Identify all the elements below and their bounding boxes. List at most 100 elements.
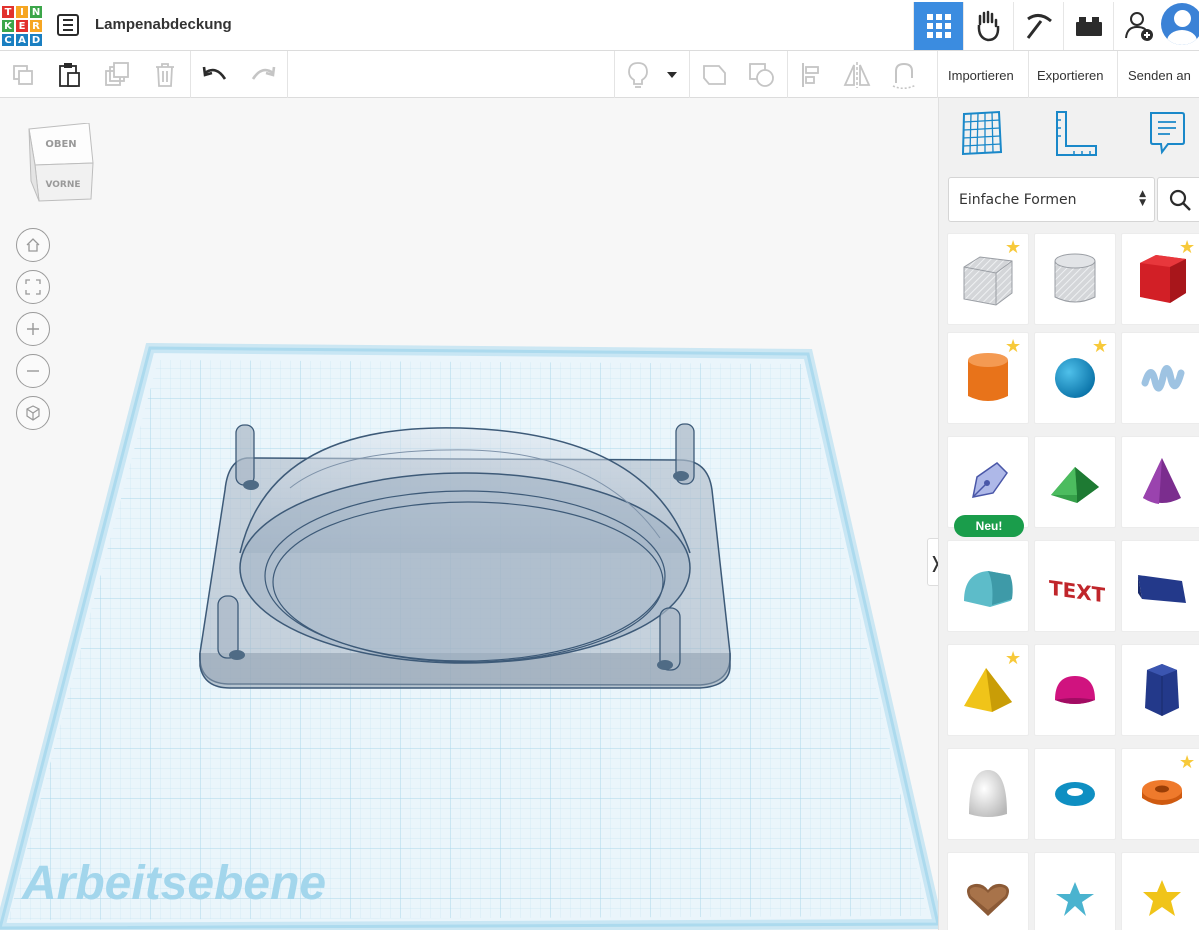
shape-generator[interactable]: Neu! xyxy=(947,436,1029,537)
undo-button[interactable] xyxy=(192,51,238,98)
zoom-in-button[interactable] xyxy=(16,312,50,346)
fit-view-button[interactable] xyxy=(16,270,50,304)
group-icon xyxy=(703,64,726,85)
shape-torus[interactable] xyxy=(1034,748,1116,840)
scribble-icon xyxy=(1141,365,1185,392)
circuit-hand-icon xyxy=(977,10,999,42)
lamp-cover-model[interactable] xyxy=(199,423,731,689)
logo-letter: R xyxy=(29,19,43,33)
favorite-star-icon[interactable]: ★ xyxy=(1092,338,1110,356)
round-roof-icon xyxy=(964,571,1013,607)
shape-scribble[interactable] xyxy=(1121,332,1199,424)
shape-category-select[interactable]: Einfache Formen ▲ ▼ xyxy=(948,177,1155,222)
nav-3d-design[interactable] xyxy=(913,2,963,50)
text-icon: TEXT xyxy=(1049,576,1105,606)
clipboard-icon xyxy=(59,62,80,87)
favorite-star-icon[interactable]: ★ xyxy=(1005,239,1023,257)
logo-letter: K xyxy=(1,19,15,33)
cylinder-hole-icon xyxy=(1054,253,1096,303)
logo-letter: D xyxy=(29,33,43,47)
notes-dropdown[interactable] xyxy=(652,51,692,98)
export-button[interactable]: Exportieren xyxy=(1033,61,1107,89)
shape-star-yellow[interactable] xyxy=(1121,852,1199,930)
toolbar-separator xyxy=(287,51,288,98)
logo-letter: I xyxy=(15,5,29,19)
import-button[interactable]: Importieren xyxy=(944,61,1018,89)
send-to-button[interactable]: Senden an xyxy=(1124,61,1195,89)
nav-add-user[interactable] xyxy=(1113,2,1163,50)
shape-search-button[interactable] xyxy=(1157,177,1199,222)
shape-box-hole[interactable]: ★ xyxy=(947,233,1029,325)
panel-tools xyxy=(939,108,1199,168)
duplicate-button[interactable] xyxy=(94,51,140,98)
home-icon xyxy=(26,238,40,252)
mirror-button[interactable] xyxy=(834,51,880,98)
cruise-button[interactable] xyxy=(881,51,927,98)
brick-icon xyxy=(1075,17,1102,36)
shape-cylinder-hole[interactable] xyxy=(1034,233,1116,325)
redo-icon xyxy=(251,66,276,80)
shape-paraboloid[interactable] xyxy=(947,748,1029,840)
zoom-out-button[interactable] xyxy=(16,354,50,388)
ortho-view-button[interactable] xyxy=(16,396,50,430)
nav-minecraft[interactable] xyxy=(1013,2,1063,50)
shape-category-label: Einfache Formen xyxy=(959,191,1077,208)
shape-roof[interactable] xyxy=(1034,436,1116,528)
ruler-tool[interactable] xyxy=(1052,108,1102,163)
shape-tube[interactable]: ★ xyxy=(1121,748,1199,840)
pen-icon xyxy=(972,462,1008,498)
trash-icon xyxy=(156,62,174,87)
cube-icon xyxy=(26,405,40,421)
design-list-icon[interactable] xyxy=(57,14,79,36)
toolbar-separator xyxy=(937,51,938,98)
copy-button[interactable] xyxy=(0,51,46,98)
tube-icon xyxy=(1142,780,1182,805)
delete-button[interactable] xyxy=(142,51,188,98)
align-button[interactable] xyxy=(788,51,834,98)
favorite-star-icon[interactable]: ★ xyxy=(1179,754,1197,772)
redo-button[interactable] xyxy=(240,51,286,98)
ungroup-button[interactable] xyxy=(739,51,785,98)
favorite-star-icon[interactable]: ★ xyxy=(1005,338,1023,356)
shapes-panel: Einfache Formen ▲ ▼ ★ ★ ★ ★ Neu! TEXT ★ … xyxy=(938,98,1199,930)
box-icon xyxy=(1140,255,1186,303)
shape-star[interactable] xyxy=(1034,852,1116,930)
view-cube[interactable]: OBEN VORNE xyxy=(27,123,97,203)
shape-cylinder[interactable]: ★ xyxy=(947,332,1029,424)
logo-letter: T xyxy=(1,5,15,19)
workplane-tool[interactable] xyxy=(959,108,1009,163)
paste-button[interactable] xyxy=(46,51,92,98)
shape-cone[interactable] xyxy=(1121,436,1199,528)
nav-lego[interactable] xyxy=(1063,2,1113,50)
magnet-hand-icon xyxy=(892,62,917,89)
shape-text[interactable]: TEXT xyxy=(1034,540,1116,632)
shape-sphere[interactable]: ★ xyxy=(1034,332,1116,424)
shape-heart[interactable] xyxy=(947,852,1029,930)
select-arrows-icon: ▲ ▼ xyxy=(1139,189,1146,208)
shape-pyramid[interactable]: ★ xyxy=(947,644,1029,736)
shape-round-roof[interactable] xyxy=(947,540,1029,632)
nav-circuits[interactable] xyxy=(963,2,1013,50)
tinkercad-logo[interactable]: TINKERCAD xyxy=(1,5,44,48)
design-title[interactable]: Lampenabdeckung xyxy=(95,16,232,33)
favorite-star-icon[interactable]: ★ xyxy=(1005,650,1023,668)
caret-down-icon xyxy=(667,71,677,78)
toolbar: Importieren Exportieren Senden an xyxy=(0,51,1199,98)
view-cube-top[interactable]: OBEN xyxy=(45,139,76,150)
shape-polygon[interactable] xyxy=(1121,644,1199,736)
shape-half-sphere[interactable] xyxy=(1034,644,1116,736)
user-avatar[interactable] xyxy=(1161,3,1199,45)
notes-tool[interactable] xyxy=(1144,108,1194,163)
home-view-button[interactable] xyxy=(16,228,50,262)
star-yellow-icon xyxy=(1143,880,1181,916)
3d-viewport[interactable]: OBEN VORNE Arbeitsebene xyxy=(0,98,938,930)
shape-wedge[interactable] xyxy=(1121,540,1199,632)
fit-icon xyxy=(25,279,41,295)
favorite-star-icon[interactable]: ★ xyxy=(1179,239,1197,257)
view-cube-front[interactable]: VORNE xyxy=(45,180,80,190)
shape-box[interactable]: ★ xyxy=(1121,233,1199,325)
workplane-scene[interactable] xyxy=(0,98,938,930)
toolbar-separator xyxy=(1028,51,1029,98)
top-bar: TINKERCAD Lampenabdeckung xyxy=(0,0,1199,51)
group-button[interactable] xyxy=(691,51,737,98)
